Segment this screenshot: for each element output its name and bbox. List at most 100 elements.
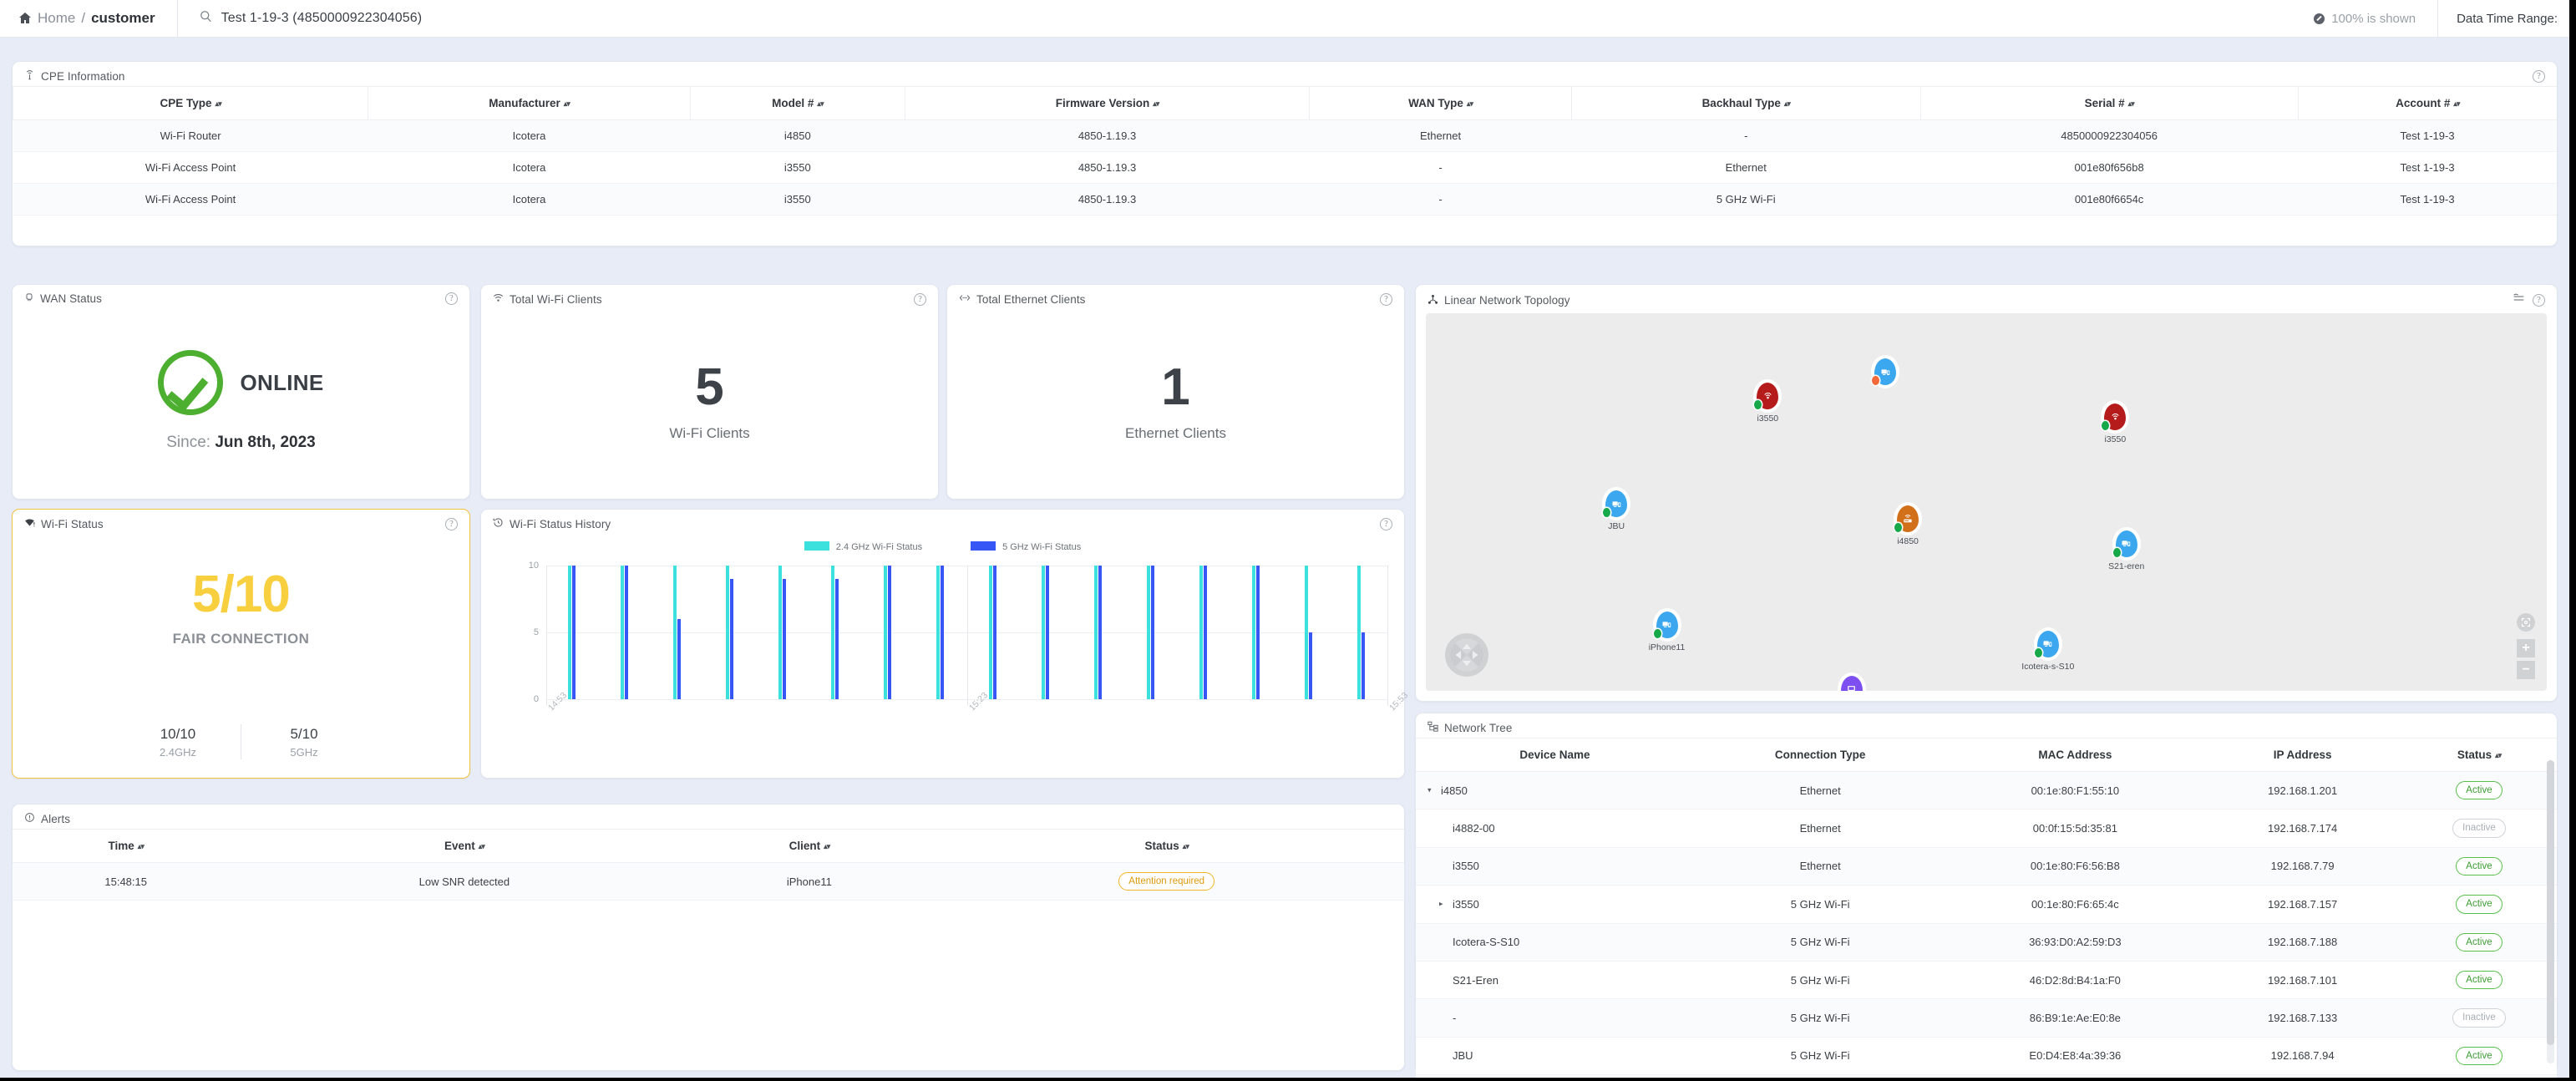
cpe-column-1[interactable]: Manufacturer ▴▾ bbox=[368, 86, 691, 120]
chart-bar[interactable] bbox=[1045, 566, 1049, 699]
cpe-column-4[interactable]: WAN Type ▴▾ bbox=[1309, 86, 1572, 120]
chart-bar[interactable] bbox=[831, 566, 835, 699]
tree-ip-address: 192.168.7.176 bbox=[2203, 1074, 2401, 1078]
cpe-column-7[interactable]: Account # ▴▾ bbox=[2297, 86, 2557, 120]
zoom-controls[interactable]: + − bbox=[2517, 613, 2535, 679]
chart-bar[interactable] bbox=[1308, 632, 1312, 699]
table-row[interactable]: Wi-Fi Access Point Icotera i3550 4850-1.19.… bbox=[13, 151, 2557, 184]
alerts-column-1[interactable]: Event ▴▾ bbox=[239, 829, 690, 863]
legend-label: 2.4 GHz Wi-Fi Status bbox=[835, 542, 923, 552]
topology-node[interactable]: i3550 bbox=[1754, 382, 1780, 424]
tree-ip-address: 192.168.7.174 bbox=[2203, 809, 2401, 848]
chart-bar[interactable] bbox=[1361, 632, 1365, 699]
table-row[interactable]: i4882-00 Ethernet 00:0f:15:5d:35:81 192.168… bbox=[1416, 809, 2557, 848]
wifi-clients-panel-title-text: Total Wi-Fi Clients bbox=[510, 292, 602, 306]
chart-bar[interactable] bbox=[1093, 566, 1098, 699]
breadcrumb-home[interactable]: Home bbox=[38, 10, 75, 27]
chart-bar[interactable] bbox=[1255, 566, 1260, 699]
help-icon[interactable]: ? bbox=[445, 517, 458, 530]
chart-bar[interactable] bbox=[1041, 566, 1045, 699]
topology-node[interactable]: i3550 bbox=[2102, 403, 2127, 444]
chart-bar[interactable] bbox=[778, 566, 783, 699]
table-row[interactable]: ▾ i4850 Ethernet 00:1e:80:F1:55:10 192.168.1… bbox=[1416, 771, 2557, 810]
pan-control[interactable] bbox=[1444, 632, 1489, 678]
chevron-down-icon[interactable]: ▾ bbox=[1427, 786, 1432, 795]
topology-node[interactable]: iPhone11 bbox=[1649, 610, 1685, 652]
cpe-cell-0: Wi-Fi Router bbox=[13, 119, 368, 152]
chart-bar[interactable] bbox=[1304, 566, 1308, 699]
help-icon[interactable]: ? bbox=[1380, 292, 1392, 306]
topology-canvas[interactable]: i3550 i3550 JBU i4850 S21-eren iPhone11 Icoter… bbox=[1426, 313, 2547, 691]
table-row[interactable]: -5 GHz Wi-Fi 86:B9:1e:Ae:E0:8e 192.168.7.1… bbox=[1416, 998, 2557, 1038]
cpe-column-5[interactable]: Backhaul Type ▴▾ bbox=[1570, 86, 1921, 120]
help-icon[interactable]: ? bbox=[2533, 294, 2545, 307]
table-row[interactable]: iPhone115 GHz Wi-FiF4:Db:E3:83:8f:E1192.… bbox=[1416, 1074, 2557, 1078]
alerts-column-3[interactable]: Status ▴▾ bbox=[929, 829, 1404, 863]
tree-column-4[interactable]: Status ▴▾ bbox=[2401, 738, 2557, 772]
help-icon[interactable]: ? bbox=[445, 292, 458, 305]
chart-bar[interactable] bbox=[1199, 566, 1203, 699]
table-row[interactable]: 15:48:15 Low SNR detected iPhone11 Attentio… bbox=[13, 862, 1404, 901]
table-row[interactable]: i3550 Ethernet 00:1e:80:F6:56:B8 192.168.7.… bbox=[1416, 847, 2557, 886]
chart-bar[interactable] bbox=[677, 619, 682, 699]
network-tree-scrollbar[interactable] bbox=[2547, 760, 2554, 1063]
topology-node[interactable]: JBU bbox=[1603, 490, 1629, 531]
legend-item-0[interactable]: 2.4 GHz Wi-Fi Status bbox=[804, 540, 922, 552]
chart-bar[interactable] bbox=[726, 566, 730, 699]
chart-bar[interactable] bbox=[621, 566, 625, 699]
alerts-column-2[interactable]: Client ▴▾ bbox=[689, 829, 930, 863]
chart-bar[interactable] bbox=[1146, 566, 1150, 699]
chart-bar[interactable] bbox=[673, 566, 677, 699]
topology-node-label: i4850 bbox=[1897, 536, 1919, 547]
chart-bar[interactable] bbox=[625, 566, 629, 699]
table-row[interactable]: Wi-Fi Access Point Icotera i3550 4850-1.19.… bbox=[13, 183, 2557, 216]
data-time-range-control[interactable]: Data Time Range: bbox=[2438, 0, 2569, 38]
topology-node[interactable]: i4882-00 bbox=[1839, 674, 1864, 691]
topology-node[interactable]: Icotera-s-S10 bbox=[2021, 629, 2074, 672]
search-field[interactable]: Test 1-19-3 (4850000922304056) bbox=[178, 0, 2293, 38]
chart-bar[interactable] bbox=[941, 566, 945, 699]
cpe-column-6[interactable]: Serial # ▴▾ bbox=[1919, 86, 2299, 120]
chart-bar[interactable] bbox=[888, 566, 892, 699]
fit-to-screen-icon[interactable] bbox=[2517, 613, 2535, 632]
search-input[interactable]: Test 1-19-3 (4850000922304056) bbox=[221, 11, 423, 26]
chart-bar[interactable] bbox=[988, 566, 992, 699]
chart-bar[interactable] bbox=[730, 579, 734, 699]
table-row[interactable]: S21-Eren 5 GHz Wi-Fi 46:D2:8d:B4:1a:F0 192.… bbox=[1416, 961, 2557, 1000]
help-icon[interactable]: ? bbox=[2533, 69, 2545, 83]
chart-bar[interactable] bbox=[568, 566, 572, 699]
chart-bar[interactable] bbox=[884, 566, 888, 699]
chart-bar[interactable] bbox=[835, 579, 839, 699]
topology-node[interactable]: S21-eren bbox=[2108, 529, 2144, 571]
cpe-column-0[interactable]: CPE Type ▴▾ bbox=[12, 86, 368, 120]
table-row[interactable]: ▸ i3550 5 GHz Wi-Fi 00:1e:80:F6:65:4c 192.16… bbox=[1416, 885, 2557, 924]
chart-bar[interactable] bbox=[783, 579, 787, 699]
chart-bar[interactable] bbox=[572, 566, 576, 699]
breadcrumb-customer[interactable]: customer bbox=[91, 10, 155, 27]
chart-bar[interactable] bbox=[992, 566, 996, 699]
chart-bar[interactable] bbox=[1150, 566, 1154, 699]
table-row[interactable]: JBU 5 GHz Wi-Fi E0:D4:E8:4a:39:36 192.168.7… bbox=[1416, 1037, 2557, 1076]
cpe-column-2[interactable]: Model # ▴▾ bbox=[689, 86, 905, 120]
chart-bar[interactable] bbox=[1098, 566, 1102, 699]
topology-node[interactable]: i4850 bbox=[1894, 505, 1920, 546]
legend-item-1[interactable]: 5 GHz Wi-Fi Status bbox=[971, 540, 1081, 552]
tree-ip-address: 192.168.1.201 bbox=[2203, 771, 2401, 810]
table-row[interactable]: Icotera-S-S10 5 GHz Wi-Fi 36:93:D0:A2:59:D… bbox=[1416, 923, 2557, 962]
topology-node[interactable] bbox=[1872, 358, 1898, 387]
breadcrumb[interactable]: Home / customer bbox=[0, 0, 178, 38]
table-row[interactable]: Wi-Fi Router Icotera i4850 4850-1.19.3 Ether… bbox=[13, 119, 2557, 152]
chart-bar[interactable] bbox=[1356, 566, 1361, 699]
zoom-out-button[interactable]: − bbox=[2517, 661, 2535, 679]
layout-toggle-icon[interactable] bbox=[2513, 292, 2525, 308]
cpe-column-3[interactable]: Firmware Version ▴▾ bbox=[904, 86, 1310, 120]
help-icon[interactable]: ? bbox=[1380, 517, 1392, 530]
chart-bar[interactable] bbox=[1251, 566, 1255, 699]
total-wifi-clients-panel: Total Wi-Fi Clients ? 5 Wi-Fi Clients bbox=[480, 284, 939, 500]
help-icon[interactable]: ? bbox=[914, 292, 926, 306]
zoom-in-button[interactable]: + bbox=[2517, 639, 2535, 657]
alerts-column-0[interactable]: Time ▴▾ bbox=[13, 829, 240, 863]
chart-bar[interactable] bbox=[1203, 566, 1207, 699]
chevron-right-icon[interactable]: ▸ bbox=[1439, 900, 1443, 909]
chart-bar[interactable] bbox=[936, 566, 941, 699]
